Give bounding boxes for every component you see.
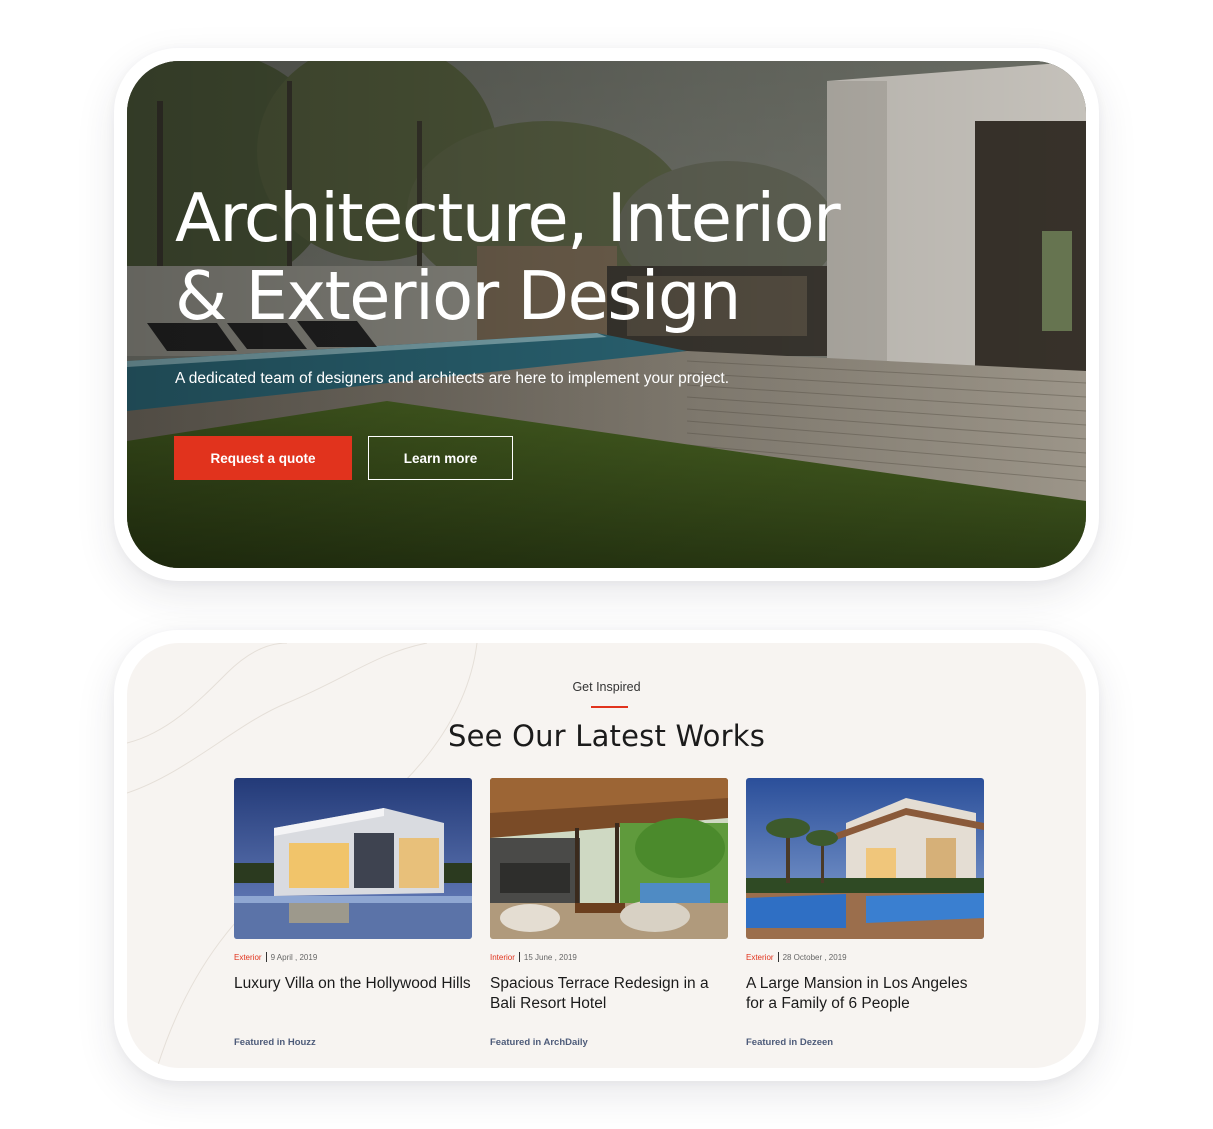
work-card-meta: Exterior 9 April , 2019: [234, 952, 472, 962]
work-card[interactable]: Interior 15 June , 2019 Spacious Terrace…: [490, 778, 728, 1048]
eyebrow-divider: [591, 706, 628, 708]
work-card-image[interactable]: [234, 778, 472, 939]
work-card-category[interactable]: Exterior: [746, 953, 774, 962]
hero-section: Architecture, Interior & Exterior Design…: [127, 61, 1086, 568]
work-card-featured: Featured in Dezeen: [746, 1037, 834, 1048]
meta-separator: [265, 952, 267, 962]
work-card[interactable]: Exterior 9 April , 2019 Luxury Villa on …: [234, 778, 472, 1048]
work-card-meta: Exterior 28 October , 2019: [746, 952, 984, 962]
work-card-title[interactable]: Luxury Villa on the Hollywood Hills: [234, 974, 472, 1014]
work-card-date: 28 October , 2019: [782, 952, 847, 962]
work-card-featured: Featured in Houzz: [234, 1037, 316, 1048]
hero-device-frame: Architecture, Interior & Exterior Design…: [114, 48, 1099, 581]
work-card-title[interactable]: A Large Mansion in Los Angeles for a Fam…: [746, 974, 984, 1014]
work-card-date: 15 June , 2019: [523, 952, 577, 962]
learn-more-button[interactable]: Learn more: [368, 436, 513, 480]
work-card-featured: Featured in ArchDaily: [490, 1037, 588, 1048]
work-card-date: 9 April , 2019: [270, 952, 318, 962]
section-eyebrow: Get Inspired: [572, 680, 641, 694]
hero-title-line-1: Architecture, Interior: [175, 179, 841, 257]
work-card[interactable]: Exterior 28 October , 2019 A Large Mansi…: [746, 778, 984, 1048]
work-card-category[interactable]: Exterior: [234, 953, 262, 962]
hero-subtitle: A dedicated team of designers and archit…: [175, 370, 729, 387]
hero-title: Architecture, Interior & Exterior Design: [175, 179, 841, 335]
work-card-category[interactable]: Interior: [490, 953, 515, 962]
latest-works-section: Get Inspired See Our Latest Works Exteri…: [127, 643, 1086, 1068]
request-quote-button[interactable]: Request a quote: [174, 436, 352, 480]
work-card-meta: Interior 15 June , 2019: [490, 952, 728, 962]
works-device-frame: Get Inspired See Our Latest Works Exteri…: [114, 630, 1099, 1081]
work-card-image[interactable]: [746, 778, 984, 939]
meta-separator: [518, 952, 520, 962]
work-card-image[interactable]: [490, 778, 728, 939]
meta-separator: [777, 952, 779, 962]
section-title: See Our Latest Works: [447, 719, 766, 753]
work-card-title[interactable]: Spacious Terrace Redesign in a Bali Reso…: [490, 974, 728, 1014]
hero-title-line-2: & Exterior Design: [175, 257, 741, 335]
